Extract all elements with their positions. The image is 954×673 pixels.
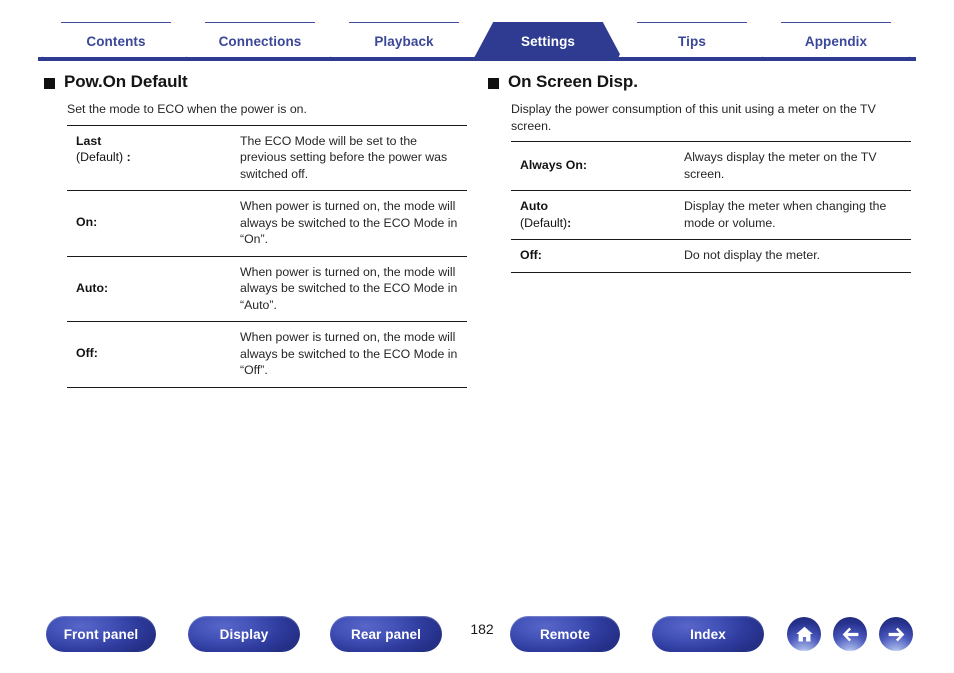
tab-connections[interactable]: Connections [186,22,334,58]
remote-button-label: Remote [539,626,591,642]
remote-button[interactable]: Remote [510,616,620,652]
option-description: When power is turned on, the mode will a… [230,321,467,387]
option-description: When power is turned on, the mode will a… [230,190,467,256]
index-button[interactable]: Index [652,616,764,652]
option-default-note: (Default) : [76,150,131,164]
tab-tips[interactable]: Tips [618,22,766,58]
tab-contents-label: Contents [86,34,146,49]
section-intro: Display the power consumption of this un… [511,102,876,133]
page-number: 182 [470,621,494,637]
table-row: Auto: When power is turned on, the mode … [67,255,467,322]
table-row: Auto (Default): Display the meter when c… [511,190,911,240]
tab-appendix-label: Appendix [804,34,868,49]
table-row: Off: Do not display the meter. [511,239,911,272]
section-heading: Pow.On Default [44,72,464,92]
display-button[interactable]: Display [188,616,300,652]
section-on-screen-disp: On Screen Disp. Display the power consum… [488,72,911,273]
settings-table: Always On: Always display the meter on t… [511,141,911,273]
tab-settings[interactable]: Settings [474,22,622,58]
rear-panel-button[interactable]: Rear panel [330,616,442,652]
option-description: The ECO Mode will be set to the previous… [240,133,448,181]
home-icon[interactable] [787,617,821,651]
footer-navigation: Front panel Display Rear panel 182 Remot… [0,616,954,660]
index-button-label: Index [690,626,726,642]
section-pow-on-default: Pow.On Default Set the mode to ECO when … [44,72,467,388]
tab-contents[interactable]: Contents [42,22,190,58]
option-description: Always display the meter on the TV scree… [684,150,877,181]
section-heading: On Screen Disp. [488,72,908,92]
table-row: Always On: Always display the meter on t… [511,142,911,191]
option-description: Do not display the meter. [674,239,911,272]
tab-appendix[interactable]: Appendix [762,22,910,58]
arrow-right-icon[interactable] [879,617,913,651]
section-heading-label: Pow.On Default [64,72,188,91]
option-term: Auto (Default): [511,190,674,240]
front-panel-button[interactable]: Front panel [46,616,156,652]
option-term: Last (Default) : [67,125,230,191]
display-button-label: Display [219,626,269,642]
table-row: On: When power is turned on, the mode wi… [67,190,467,256]
tab-playback-label: Playback [374,34,434,49]
option-term: Off: [511,239,674,272]
option-term: Always On: [520,157,587,172]
rear-panel-button-label: Rear panel [350,626,422,642]
section-intro: Set the mode to ECO when the power is on… [67,102,307,116]
front-panel-button-label: Front panel [63,626,139,642]
square-bullet-icon [488,77,499,89]
option-description: When power is turned on, the mode will a… [230,255,467,322]
section-heading-label: On Screen Disp. [508,72,638,91]
table-row: Off: When power is turned on, the mode w… [67,321,467,387]
tab-connections-label: Connections [218,34,302,49]
tab-baseline-rule [38,57,916,61]
table-row: Last (Default) : The ECO Mode will be se… [67,125,467,191]
arrow-left-icon[interactable] [833,617,867,651]
option-term-label: Auto [520,199,548,213]
settings-table: Last (Default) : The ECO Mode will be se… [67,124,467,388]
option-default-note: (Default): [520,215,572,230]
option-term: Auto: [67,255,230,322]
option-description: Display the meter when changing the mode… [674,190,911,240]
option-term: On: [67,190,230,256]
square-bullet-icon [44,77,55,89]
option-term: Off: [67,321,230,387]
option-term-label: Last [76,133,102,148]
tab-bar: Contents Connections Playback Settings T… [0,22,954,60]
tab-tips-label: Tips [678,34,706,49]
tab-settings-label: Settings [520,34,576,49]
tab-playback[interactable]: Playback [330,22,478,58]
